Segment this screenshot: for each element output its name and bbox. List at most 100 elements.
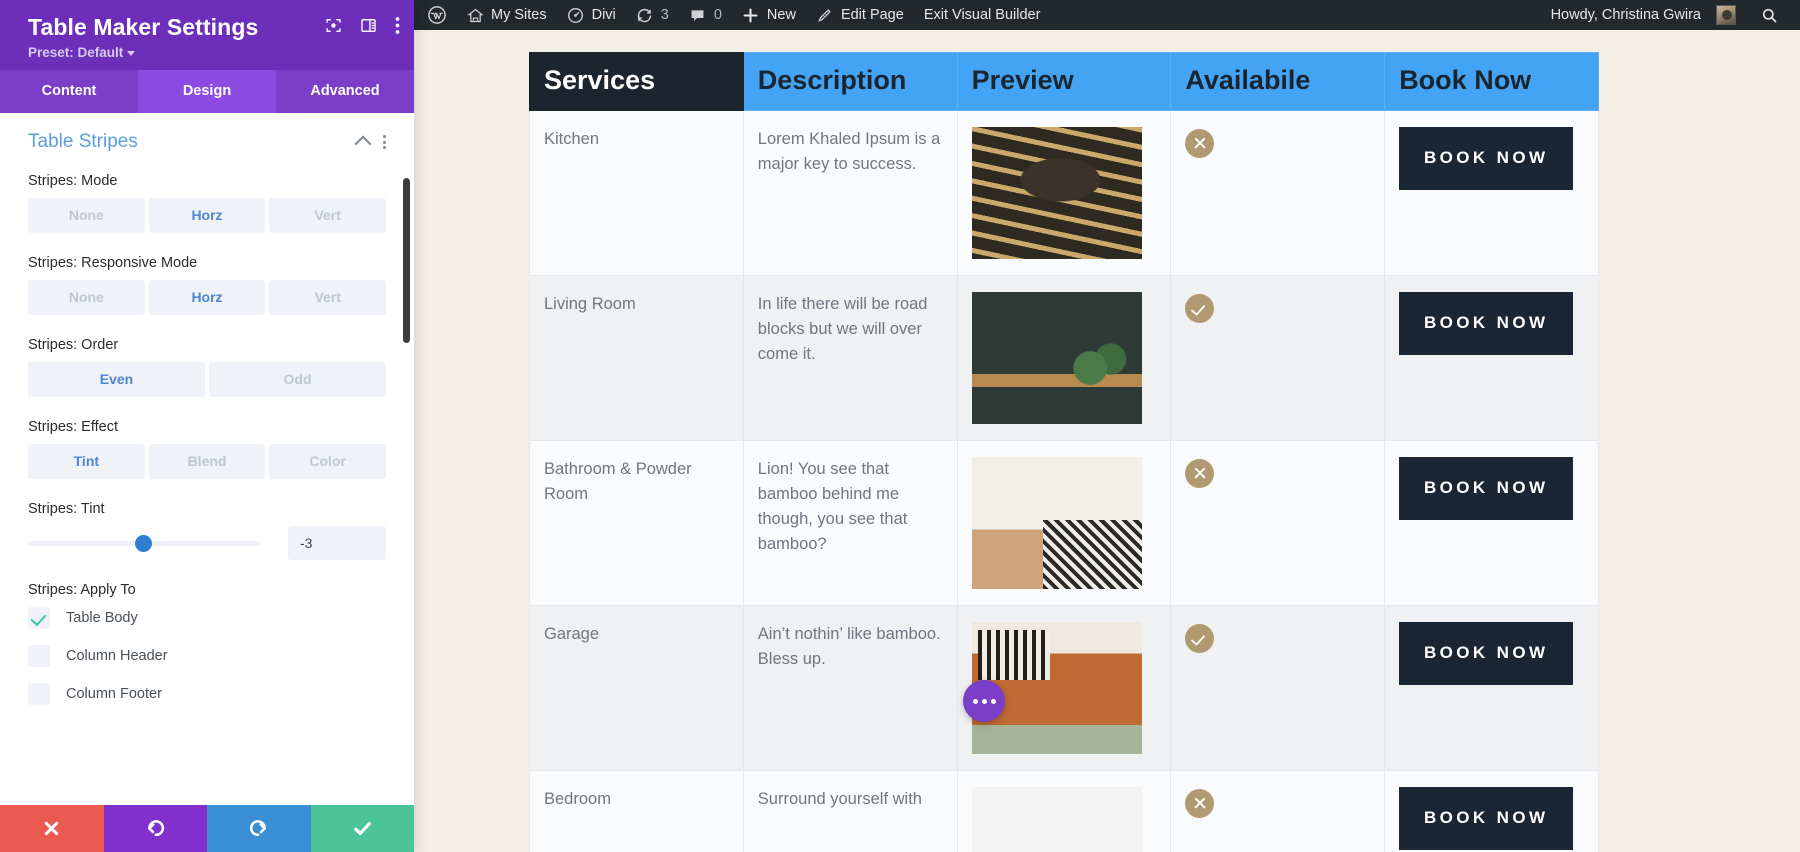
option-stripes-order-even[interactable]: Even: [28, 362, 205, 397]
bedroom-photo: [972, 787, 1142, 852]
checkbox-icon[interactable]: [28, 683, 50, 705]
option-stripes-effect-tint[interactable]: Tint: [28, 444, 145, 479]
chevron-up-icon[interactable]: [355, 136, 372, 153]
option-responsive-mode-none[interactable]: None: [28, 280, 145, 315]
field-label: Stripes: Effect: [28, 419, 386, 435]
status-badge-unavailable: [1185, 459, 1214, 488]
kebab-menu-icon[interactable]: [395, 16, 400, 35]
field-stripes-effect: Stripes: Effect Tint Blend Color: [28, 419, 386, 479]
checkbox-icon[interactable]: [28, 607, 50, 629]
cell-available: [1171, 111, 1385, 276]
status-badge-unavailable: [1185, 789, 1214, 818]
column-header-preview[interactable]: Preview: [957, 53, 1171, 111]
field-label: Stripes: Order: [28, 337, 386, 353]
option-stripes-effect-blend[interactable]: Blend: [149, 444, 266, 479]
field-stripes-responsive-mode: Stripes: Responsive Mode None Horz Vert: [28, 255, 386, 315]
book-now-button[interactable]: BOOK NOW: [1399, 622, 1573, 685]
services-table: Services Description Preview Availabile …: [529, 52, 1599, 852]
field-label: Stripes: Responsive Mode: [28, 255, 386, 271]
status-badge-unavailable: [1185, 129, 1214, 158]
book-now-button[interactable]: BOOK NOW: [1399, 292, 1573, 355]
status-badge-available: [1185, 294, 1214, 323]
settings-scroll-area: Table Stripes Stripes: Mode None Horz Ve…: [0, 113, 414, 705]
redo-button[interactable]: [207, 805, 311, 852]
checkbox-table-body[interactable]: Table Body: [28, 607, 386, 629]
stripes-tint-slider[interactable]: [28, 533, 260, 553]
admin-bar-item-exit-visual-builder[interactable]: Exit Visual Builder: [914, 0, 1051, 30]
checkbox-icon[interactable]: [28, 645, 50, 667]
stripes-tint-input[interactable]: [288, 526, 386, 560]
admin-bar-my-account[interactable]: Howdy, Christina Gwira: [1541, 0, 1746, 30]
option-stripes-mode-none[interactable]: None: [28, 198, 145, 233]
cell-available: [1171, 441, 1385, 606]
cell-preview: [957, 441, 1171, 606]
kebab-menu-icon[interactable]: [383, 135, 386, 149]
cell-available: [1171, 276, 1385, 441]
column-header-services[interactable]: Services: [530, 53, 744, 111]
focus-target-icon[interactable]: [325, 17, 342, 34]
segmented-control: Even Odd: [28, 362, 386, 397]
panel-scrollbar[interactable]: [403, 178, 410, 343]
option-responsive-mode-vert[interactable]: Vert: [269, 280, 386, 315]
admin-bar-item-divi[interactable]: Divi: [557, 0, 626, 30]
divi-gauge-icon: [567, 6, 585, 24]
cell-service: Garage: [530, 606, 744, 771]
field-label: Stripes: Mode: [28, 173, 386, 189]
tab-advanced[interactable]: Advanced: [276, 70, 414, 113]
wordpress-admin-bar: My Sites Divi 3 0: [414, 0, 1800, 30]
admin-bar-item-comments[interactable]: 0: [679, 0, 732, 30]
comment-bubble-icon: [689, 6, 707, 24]
discard-button[interactable]: [0, 805, 104, 852]
book-now-button[interactable]: BOOK NOW: [1399, 457, 1573, 520]
tab-content[interactable]: Content: [0, 70, 138, 113]
book-now-button[interactable]: BOOK NOW: [1399, 127, 1573, 190]
segmented-control: None Horz Vert: [28, 198, 386, 233]
option-responsive-mode-horz[interactable]: Horz: [149, 280, 266, 315]
layout-columns-icon[interactable]: [360, 17, 377, 34]
undo-button[interactable]: [104, 805, 208, 852]
panel-footer: [0, 805, 414, 852]
checkbox-column-header[interactable]: Column Header: [28, 645, 386, 667]
option-stripes-mode-horz[interactable]: Horz: [149, 198, 266, 233]
search-icon: [1760, 6, 1778, 24]
checkbox-column-footer[interactable]: Column Footer: [28, 683, 386, 705]
section-header-icons: [357, 134, 386, 150]
table-body: Kitchen Lorem Khaled Ipsum is a major ke…: [530, 111, 1599, 852]
cell-available: [1171, 771, 1385, 852]
cell-book-now: BOOK NOW: [1385, 606, 1599, 771]
admin-bar-wp-logo[interactable]: [418, 0, 456, 30]
panel-tabs: Content Design Advanced: [0, 70, 414, 113]
admin-bar-item-edit-page[interactable]: Edit Page: [806, 0, 914, 30]
table-row: Living Room In life there will be road b…: [530, 276, 1599, 441]
preset-selector[interactable]: Preset: Default: [28, 45, 398, 60]
admin-bar-label: New: [767, 7, 796, 23]
option-stripes-mode-vert[interactable]: Vert: [269, 198, 386, 233]
column-header-description[interactable]: Description: [743, 53, 957, 111]
table-maker-module: Services Description Preview Availabile …: [529, 52, 1599, 852]
module-settings-panel: Table Maker Settings Preset: Default Con…: [0, 0, 414, 852]
column-header-available[interactable]: Availabile: [1171, 53, 1385, 111]
option-stripes-effect-color[interactable]: Color: [269, 444, 386, 479]
admin-bar-item-my-sites[interactable]: My Sites: [456, 0, 557, 30]
admin-bar-label: Divi: [592, 7, 616, 23]
slider-handle[interactable]: [135, 535, 152, 552]
field-stripes-apply-to: Stripes: Apply To Table Body Column Head…: [28, 582, 386, 705]
table-row: Bathroom & Powder Room Lion! You see tha…: [530, 441, 1599, 606]
visual-builder-screen: My Sites Divi 3 0: [0, 0, 1800, 852]
tab-design[interactable]: Design: [138, 70, 276, 113]
howdy-label: Howdy, Christina Gwira: [1551, 7, 1701, 23]
cell-book-now: BOOK NOW: [1385, 111, 1599, 276]
field-label: Stripes: Apply To: [28, 582, 386, 598]
option-stripes-order-odd[interactable]: Odd: [209, 362, 386, 397]
admin-bar-item-updates[interactable]: 3: [626, 0, 679, 30]
book-now-button[interactable]: BOOK NOW: [1399, 787, 1573, 850]
column-header-book-now[interactable]: Book Now: [1385, 53, 1599, 111]
admin-bar-item-new[interactable]: New: [732, 0, 806, 30]
save-button[interactable]: [311, 805, 415, 852]
field-stripes-mode: Stripes: Mode None Horz Vert: [28, 173, 386, 233]
admin-bar-search-button[interactable]: [1746, 0, 1790, 30]
cell-service: Living Room: [530, 276, 744, 441]
field-label: Stripes: Tint: [28, 501, 386, 517]
page-settings-fab[interactable]: [963, 680, 1005, 722]
living-room-shelf-photo: [972, 292, 1142, 424]
